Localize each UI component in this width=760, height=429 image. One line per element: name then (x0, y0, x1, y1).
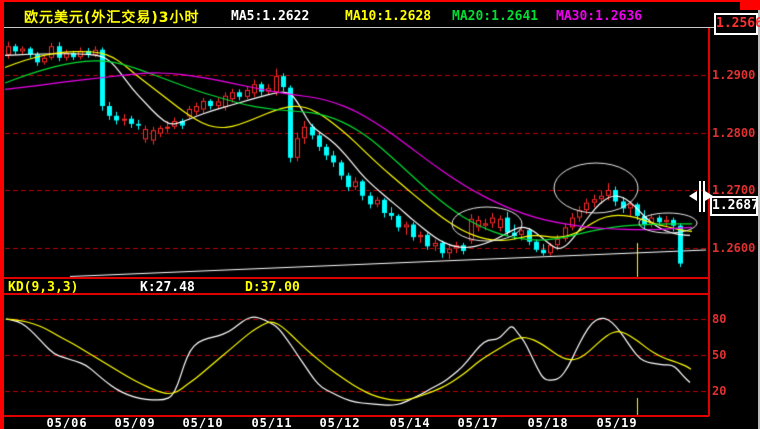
date-tick-label: 05/17 (457, 416, 499, 429)
ma20-readout: MA20:1.2641 (452, 9, 539, 24)
price-axis-line (708, 28, 710, 416)
window-border-left (0, 0, 4, 429)
price-tick-label: 1.2700 (712, 183, 756, 197)
kd-indicator-label: KD(9,3,3) (8, 280, 79, 295)
forex-chart-window: 欧元美元(外汇交易)3小时 MA5:1.2622 MA10:1.2628 MA2… (0, 0, 760, 429)
date-tick-label: 05/18 (527, 416, 569, 429)
current-price-box: 1.2687 (710, 196, 759, 216)
candlestick-chart-canvas[interactable] (0, 0, 760, 429)
resize-cursor-icon (688, 181, 714, 212)
ma10-readout: MA10:1.2628 (345, 9, 432, 24)
date-tick-label: 05/06 (46, 416, 88, 429)
session-low-box: 1.2566 (714, 13, 760, 35)
pane-separator-bottom[interactable] (4, 293, 709, 295)
kd-tick-label: 50 (712, 348, 727, 363)
pane-separator-top[interactable] (4, 277, 709, 279)
kd-k-value: K:27.48 (140, 280, 195, 295)
cursor-left-arrow-icon (689, 191, 697, 201)
kd-tick-label: 80 (712, 312, 727, 326)
cursor-right-arrow-icon (705, 191, 713, 201)
date-tick-label: 05/12 (319, 416, 361, 429)
ma5-readout: MA5:1.2622 (231, 9, 310, 24)
date-tick-label: 05/14 (389, 416, 431, 429)
ma30-readout: MA30:1.2636 (556, 9, 643, 24)
chart-title: 欧元美元(外汇交易)3小时 (24, 10, 200, 26)
header-divider (4, 27, 756, 28)
date-tick-label: 05/11 (251, 416, 293, 429)
date-tick-label: 05/19 (596, 416, 638, 429)
chart-header: 欧元美元(外汇交易)3小时 MA5:1.2622 MA10:1.2628 MA2… (0, 3, 760, 27)
price-tick-label: 1.2600 (712, 240, 756, 255)
kd-tick-label: 20 (712, 384, 727, 399)
price-tick-label: 1.2800 (712, 125, 756, 140)
window-border-top (0, 0, 760, 2)
date-tick-label: 05/09 (114, 416, 156, 429)
date-tick-label: 05/10 (182, 416, 224, 429)
price-tick-label: 1.2900 (712, 68, 756, 82)
kd-d-value: D:37.00 (245, 280, 300, 295)
